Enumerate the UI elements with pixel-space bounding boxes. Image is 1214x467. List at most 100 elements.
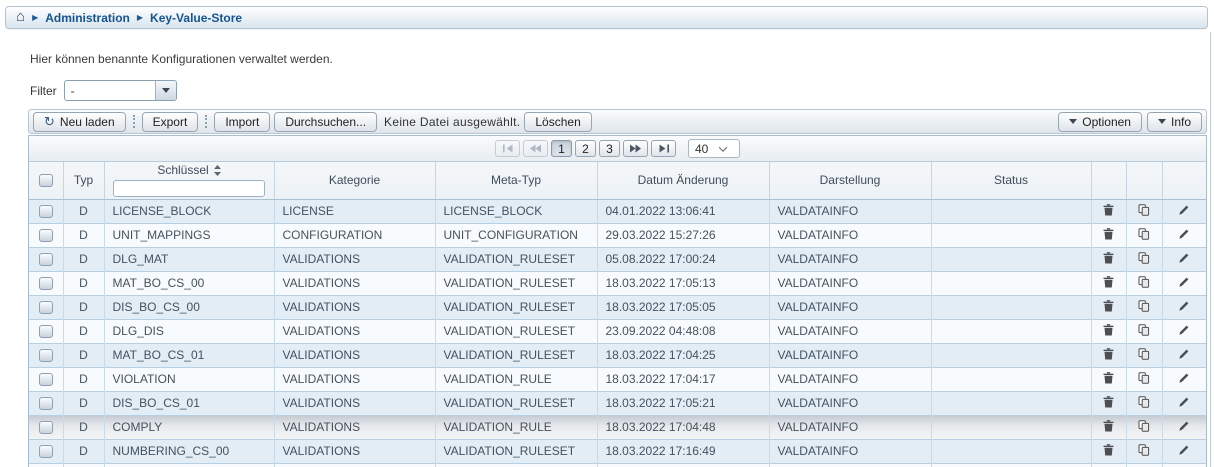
page-size-select[interactable]: 40: [688, 139, 740, 158]
cell-datum-aenderung: 18.03.2022 17:04:48: [597, 415, 769, 439]
delete-row-button[interactable]: [1103, 348, 1114, 360]
row-checkbox[interactable]: [39, 325, 53, 338]
edit-row-button[interactable]: [1178, 300, 1190, 312]
table-row[interactable]: D DIS_BO_CS_01 VALIDATIONS VALIDATION_RU…: [29, 391, 1206, 415]
edit-row-button[interactable]: [1178, 396, 1190, 408]
browse-file-button[interactable]: Durchsuchen...: [274, 112, 377, 132]
page-button-1[interactable]: 1: [551, 140, 572, 157]
copy-row-button[interactable]: [1138, 252, 1150, 264]
table-row[interactable]: D DLG_MAT VALIDATIONS VALIDATION_RULESET…: [29, 247, 1206, 271]
table-row[interactable]: D COMPLY VALIDATIONS VALIDATION_RULE 18.…: [29, 415, 1206, 439]
table-row[interactable]: D VIOLATION VALIDATIONS VALIDATION_RULE …: [29, 367, 1206, 391]
copy-row-button[interactable]: [1138, 324, 1150, 336]
row-checkbox[interactable]: [39, 445, 53, 458]
import-button[interactable]: Import: [214, 112, 270, 132]
home-icon[interactable]: ⌂: [16, 9, 25, 24]
select-all-checkbox[interactable]: [39, 174, 53, 187]
row-checkbox[interactable]: [39, 253, 53, 266]
reload-button-label: Neu laden: [60, 115, 115, 129]
cell-meta-typ: VALIDATION_RULE: [435, 367, 597, 391]
delete-button[interactable]: Löschen: [524, 112, 591, 132]
cell-kategorie: VALIDATIONS: [274, 319, 435, 343]
copy-row-button[interactable]: [1138, 204, 1150, 216]
header-schluessel[interactable]: Schlüssel: [104, 162, 274, 199]
table-row[interactable]: D LICENSE_BLOCK LICENSE LICENSE_BLOCK 04…: [29, 199, 1206, 223]
copy-row-button[interactable]: [1138, 372, 1150, 384]
cell-meta-typ: LICENSE_BLOCK: [435, 199, 597, 223]
delete-row-button[interactable]: [1103, 396, 1114, 408]
row-checkbox[interactable]: [39, 397, 53, 410]
table-row[interactable]: [29, 463, 1206, 467]
copy-row-button[interactable]: [1138, 396, 1150, 408]
cell-typ: D: [63, 199, 104, 223]
row-checkbox[interactable]: [39, 229, 53, 242]
pencil-icon: [1178, 204, 1190, 216]
copy-row-button[interactable]: [1138, 228, 1150, 240]
filter-dropdown[interactable]: -: [64, 80, 177, 101]
edit-row-button[interactable]: [1178, 348, 1190, 360]
delete-row-button[interactable]: [1103, 372, 1114, 384]
table-row[interactable]: D MAT_BO_CS_01 VALIDATIONS VALIDATION_RU…: [29, 343, 1206, 367]
edit-row-button[interactable]: [1178, 324, 1190, 336]
row-checkbox[interactable]: [39, 373, 53, 386]
delete-row-button[interactable]: [1103, 420, 1114, 432]
row-checkbox[interactable]: [39, 421, 53, 434]
copy-row-button[interactable]: [1138, 444, 1150, 456]
key-filter-input[interactable]: [113, 180, 265, 197]
row-checkbox[interactable]: [39, 349, 53, 362]
info-menu-button[interactable]: Info: [1147, 112, 1202, 132]
copy-row-button[interactable]: [1138, 300, 1150, 312]
row-copy-cell: [1126, 367, 1162, 391]
table-row[interactable]: D MAT_BO_CS_00 VALIDATIONS VALIDATION_RU…: [29, 271, 1206, 295]
delete-row-button[interactable]: [1103, 276, 1114, 288]
copy-row-button[interactable]: [1138, 348, 1150, 360]
edit-row-button[interactable]: [1178, 420, 1190, 432]
edit-row-button[interactable]: [1178, 444, 1190, 456]
row-checkbox[interactable]: [39, 277, 53, 290]
cell-meta-typ: VALIDATION_RULESET: [435, 295, 597, 319]
breadcrumb-key-value-store[interactable]: Key-Value-Store: [150, 11, 242, 25]
previous-page-button[interactable]: [523, 140, 548, 157]
row-checkbox[interactable]: [39, 205, 53, 218]
table-row[interactable]: D DLG_DIS VALIDATIONS VALIDATION_RULESET…: [29, 319, 1206, 343]
last-page-button[interactable]: [651, 140, 676, 157]
row-delete-cell: [1091, 391, 1126, 415]
pencil-icon: [1178, 420, 1190, 432]
header-typ: Typ: [63, 162, 104, 199]
filter-dropdown-button[interactable]: [155, 81, 176, 100]
delete-row-button[interactable]: [1103, 204, 1114, 216]
cell-meta-typ: VALIDATION_RULESET: [435, 247, 597, 271]
export-button[interactable]: Export: [142, 112, 199, 132]
table-body: D LICENSE_BLOCK LICENSE LICENSE_BLOCK 04…: [29, 199, 1206, 467]
cell-typ: D: [63, 319, 104, 343]
header-edit-column: [1162, 162, 1206, 199]
cell-status: [931, 295, 1091, 319]
next-page-button[interactable]: [623, 140, 648, 157]
page-button-2[interactable]: 2: [575, 140, 596, 157]
cell-typ: D: [63, 271, 104, 295]
page-button-3[interactable]: 3: [599, 140, 620, 157]
edit-row-button[interactable]: [1178, 228, 1190, 240]
delete-row-button[interactable]: [1103, 324, 1114, 336]
delete-row-button[interactable]: [1103, 444, 1114, 456]
cell-schluessel: NUMBERING_CS_00: [104, 439, 274, 463]
options-menu-button[interactable]: Optionen: [1058, 112, 1142, 132]
row-checkbox[interactable]: [39, 301, 53, 314]
delete-row-button[interactable]: [1103, 228, 1114, 240]
edit-row-button[interactable]: [1178, 372, 1190, 384]
delete-row-button[interactable]: [1103, 252, 1114, 264]
delete-row-button[interactable]: [1103, 300, 1114, 312]
reload-button[interactable]: ↻ Neu laden: [33, 112, 126, 132]
table-row[interactable]: D NUMBERING_CS_00 VALIDATIONS VALIDATION…: [29, 439, 1206, 463]
chevron-down-icon: [162, 88, 170, 93]
table-row[interactable]: D DIS_BO_CS_00 VALIDATIONS VALIDATION_RU…: [29, 295, 1206, 319]
breadcrumb-administration[interactable]: Administration: [45, 11, 130, 25]
cell-schluessel: LICENSE_BLOCK: [104, 199, 274, 223]
edit-row-button[interactable]: [1178, 204, 1190, 216]
table-row[interactable]: D UNIT_MAPPINGS CONFIGURATION UNIT_CONFI…: [29, 223, 1206, 247]
copy-row-button[interactable]: [1138, 276, 1150, 288]
first-page-button[interactable]: [495, 140, 520, 157]
copy-row-button[interactable]: [1138, 420, 1150, 432]
edit-row-button[interactable]: [1178, 276, 1190, 288]
edit-row-button[interactable]: [1178, 252, 1190, 264]
